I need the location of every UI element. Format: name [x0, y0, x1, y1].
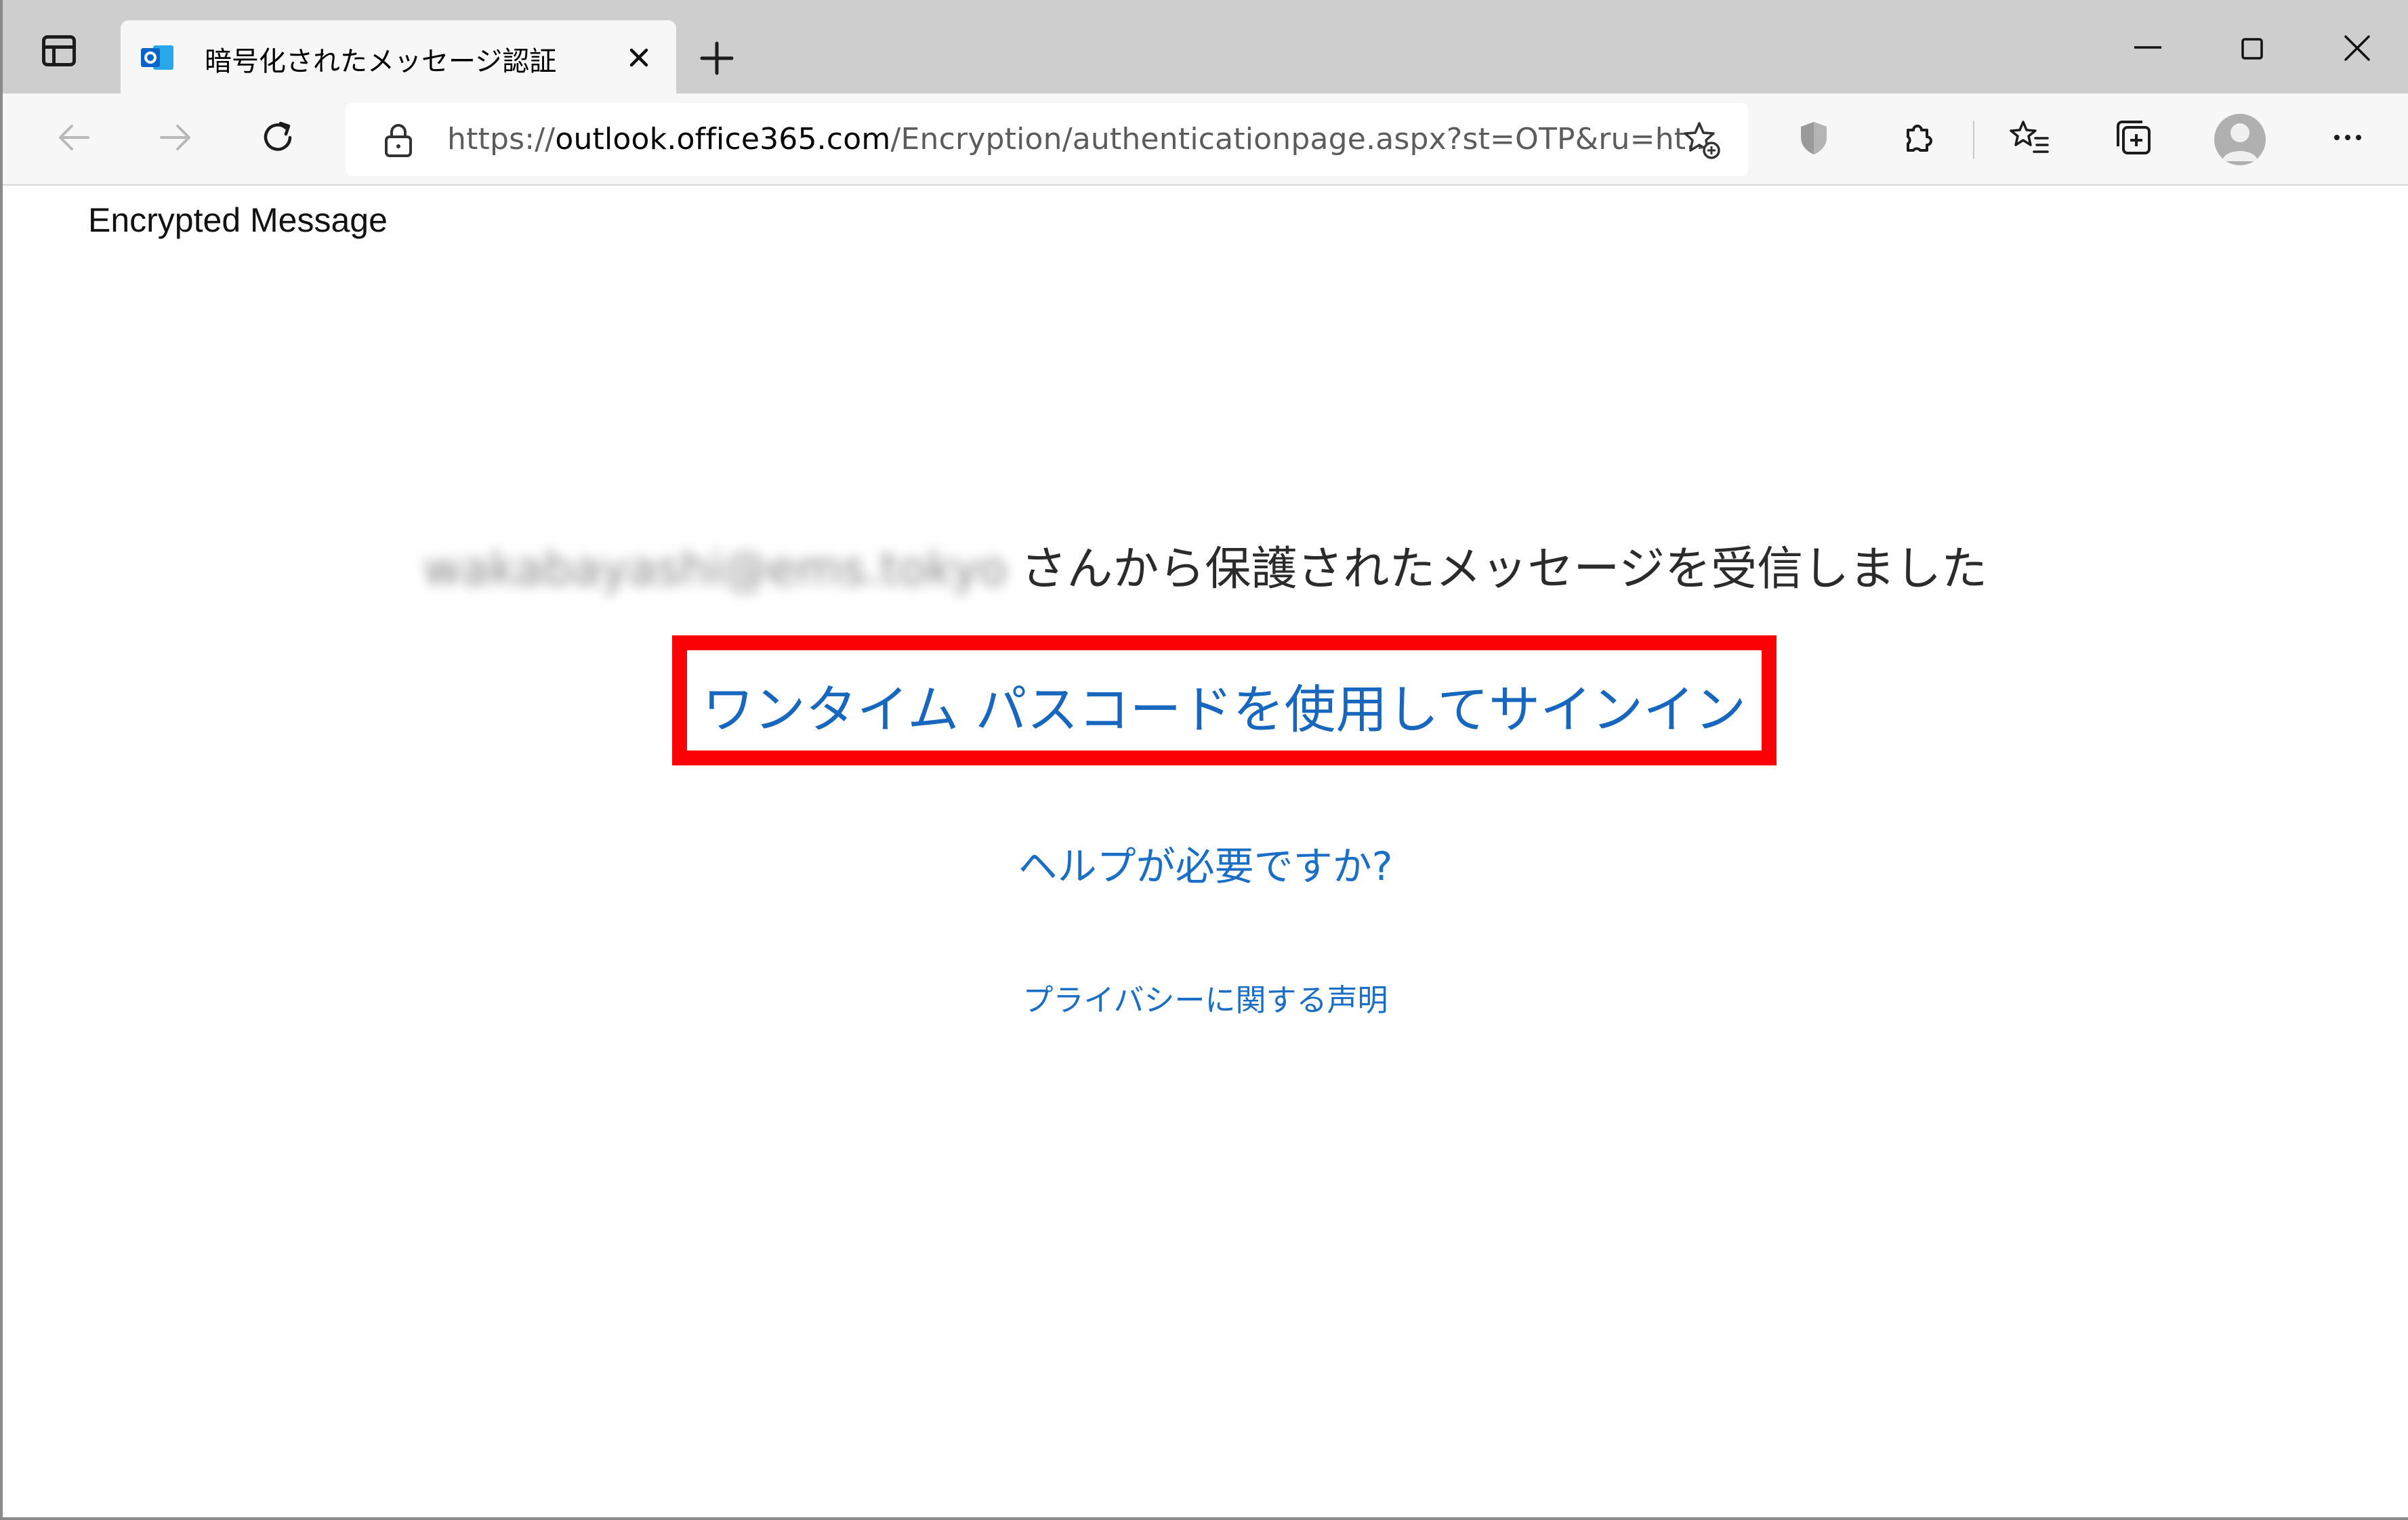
tab-title: 暗号化されたメッセージ認証 — [205, 46, 557, 77]
plus-icon[interactable] — [698, 39, 736, 77]
minimize-icon[interactable] — [2127, 33, 2168, 60]
add-favorite-icon[interactable] — [1679, 118, 1724, 163]
url-domain: outlook.office365.com — [555, 122, 891, 156]
toolbar-separator — [1973, 121, 1974, 159]
page-header: Encrypted Message — [88, 201, 388, 239]
page-content: Encrypted Message wakabayashi@ems.tokyo さ… — [3, 186, 2408, 1517]
highlight-annotation: ワンタイム パスコードを使用してサインイン — [672, 635, 1777, 765]
url-scheme: https:// — [447, 122, 556, 156]
sender-message-text: さんから保護されたメッセージを受信しました — [1020, 543, 1988, 596]
close-icon[interactable] — [622, 41, 656, 75]
url-text[interactable]: https://outlook.office365.com/Encryption… — [447, 122, 1715, 156]
tab-strip: 暗号化されたメッセージ認証 — [0, 0, 2408, 93]
maximize-icon[interactable] — [2235, 33, 2268, 66]
shield-icon[interactable] — [1791, 115, 1836, 160]
active-tab[interactable]: 暗号化されたメッセージ認証 — [121, 20, 676, 93]
favorites-icon[interactable] — [2007, 115, 2052, 160]
lock-icon[interactable] — [381, 122, 416, 160]
sender-email: wakabayashi@ems.tokyo — [423, 543, 1008, 596]
outlook-icon — [141, 45, 173, 70]
more-icon[interactable] — [2325, 115, 2370, 160]
back-arrow-icon[interactable] — [51, 115, 96, 160]
otp-signin-link[interactable]: ワンタイム パスコードを使用してサインイン — [687, 668, 1762, 742]
browser-toolbar: https://outlook.office365.com/Encryption… — [0, 93, 2408, 186]
address-bar[interactable]: https://outlook.office365.com/Encryption… — [346, 103, 1748, 176]
window-close-icon[interactable] — [2338, 33, 2375, 70]
collections-icon[interactable] — [2111, 115, 2156, 160]
sender-message: wakabayashi@ems.tokyo さんから保護されたメッセージを受信しま… — [3, 531, 2408, 598]
refresh-icon[interactable] — [256, 115, 301, 160]
forward-arrow-icon[interactable] — [153, 115, 198, 160]
url-path: /Encryption/authenticationpage.aspx?st=O… — [890, 122, 1715, 156]
profile-avatar[interactable] — [2214, 114, 2266, 165]
tab-actions-icon[interactable] — [42, 35, 76, 66]
privacy-statement-link[interactable]: プライバシーに関する声明 — [3, 975, 2408, 1019]
help-link[interactable]: ヘルプが必要ですか? — [3, 835, 2408, 891]
extensions-icon[interactable] — [1896, 115, 1940, 160]
